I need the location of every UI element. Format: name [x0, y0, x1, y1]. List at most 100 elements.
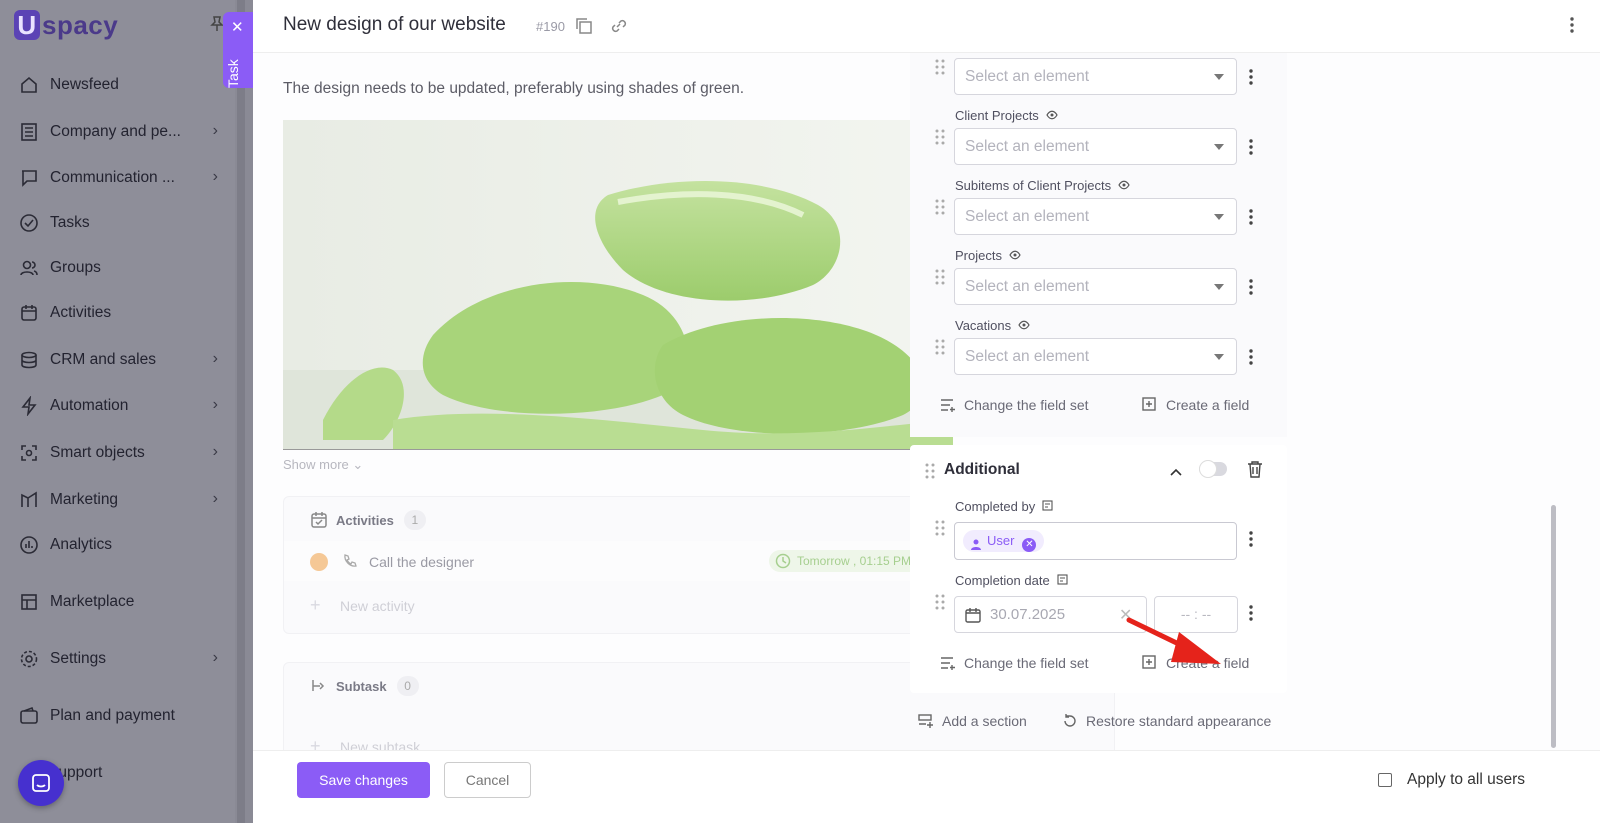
trash-icon[interactable] — [1247, 460, 1263, 483]
field-label-text: Completion date — [955, 573, 1050, 588]
field-label-text: Subitems of Client Projects — [955, 178, 1112, 193]
sidebar-item-smart-objects[interactable]: Smart objects › — [18, 438, 218, 468]
dropdown-arrow-icon — [1214, 214, 1224, 220]
drag-handle-icon[interactable] — [935, 129, 945, 150]
sidebar-item-tasks[interactable]: Tasks — [18, 208, 218, 238]
change-field-set-label: Change the field set — [964, 655, 1089, 671]
save-button[interactable]: Save changes — [297, 762, 430, 798]
eye-icon[interactable] — [1009, 248, 1021, 263]
eye-icon[interactable] — [1046, 108, 1058, 123]
select-projects[interactable]: Select an element — [954, 268, 1237, 305]
chevron-right-icon: › — [212, 490, 218, 507]
change-field-set-label: Change the field set — [964, 397, 1089, 413]
footer-bar: Save changes Cancel Apply to all users — [253, 750, 1600, 823]
task-tab[interactable]: ✕ Task — [223, 12, 253, 88]
drag-handle-icon[interactable] — [935, 199, 945, 220]
apply-all-label: Apply to all users — [1407, 771, 1526, 788]
cancel-button[interactable]: Cancel — [444, 762, 531, 798]
sidebar-item-label: Activities — [50, 304, 112, 321]
add-section-button[interactable]: Add a section — [918, 713, 1027, 729]
field-options-icon[interactable] — [1249, 139, 1253, 160]
section-visibility-toggle[interactable] — [1199, 460, 1227, 478]
show-more-link[interactable]: Show more ⌄ — [283, 457, 363, 473]
section-actions: Add a section Restore standard appearanc… — [910, 703, 1330, 733]
sidebar-item-automation[interactable]: Automation › — [18, 391, 218, 421]
select-placeholder: Select an element — [965, 138, 1090, 155]
create-field-button[interactable]: Create a field — [1142, 397, 1249, 413]
link-icon[interactable] — [609, 17, 627, 40]
sidebar-item-label: Marketing — [50, 491, 119, 508]
select-client-projects[interactable]: Select an element — [954, 128, 1237, 165]
drag-handle-icon[interactable] — [935, 339, 945, 360]
sidebar-item-marketplace[interactable]: Marketplace — [18, 587, 218, 617]
pin-icon[interactable] — [210, 16, 224, 35]
field-options-icon[interactable] — [1249, 349, 1253, 370]
tasks-icon — [18, 212, 40, 234]
sidebar-item-label: Company and pe... — [50, 123, 181, 140]
copy-icon[interactable] — [575, 17, 593, 40]
task-id: #190 — [536, 19, 565, 34]
eye-icon[interactable] — [1118, 178, 1130, 193]
sidebar-item-marketing[interactable]: Marketing › — [18, 485, 218, 515]
sidebar-item-groups[interactable]: Groups — [18, 253, 218, 283]
restore-appearance-button[interactable]: Restore standard appearance — [1062, 713, 1271, 729]
sidebar-item-communication[interactable]: Communication ... › — [18, 163, 218, 193]
field-label-completion-date: Completion date — [955, 573, 1068, 588]
drag-handle-icon[interactable] — [935, 269, 945, 290]
chevron-up-icon[interactable] — [1170, 463, 1182, 481]
select-placeholder: Select an element — [965, 278, 1090, 295]
eye-icon[interactable] — [1018, 318, 1030, 333]
sidebar-item-label: Communication ... — [50, 169, 175, 186]
select-field-1[interactable]: Select an element — [954, 58, 1237, 95]
field-options-icon[interactable] — [1249, 69, 1253, 90]
field-options-icon[interactable] — [1249, 605, 1253, 626]
sidebar-item-analytics[interactable]: Analytics — [18, 530, 218, 560]
close-icon[interactable]: ✕ — [231, 18, 244, 36]
activities-count: 1 — [403, 510, 426, 530]
sidebar-item-settings[interactable]: Settings › — [18, 644, 218, 674]
sidebar-item-newsfeed[interactable]: Newsfeed — [18, 70, 218, 100]
more-options-icon[interactable] — [1570, 16, 1574, 39]
select-subitems[interactable]: Select an element — [954, 198, 1237, 235]
drag-handle-icon[interactable] — [935, 59, 945, 80]
activities-header[interactable]: Activities 1 — [310, 510, 426, 530]
change-field-set-button[interactable]: Change the field set — [940, 397, 1089, 413]
sidebar-item-activities[interactable]: Activities — [18, 298, 218, 328]
user-chip[interactable]: User ✕ — [963, 530, 1045, 552]
marketplace-icon — [18, 591, 40, 613]
logo[interactable]: Uspacy — [14, 10, 118, 41]
change-field-set-button[interactable]: Change the field set — [940, 655, 1089, 671]
calendar-icon — [965, 607, 981, 627]
chat-support-button[interactable] — [18, 760, 64, 806]
field-options-icon[interactable] — [1249, 279, 1253, 300]
sidebar-item-company[interactable]: Company and pe... › — [18, 117, 218, 147]
task-description: The design needs to be updated, preferab… — [283, 80, 745, 97]
checkbox[interactable] — [1378, 773, 1392, 787]
drag-handle-icon[interactable] — [935, 520, 945, 541]
apply-all-users-checkbox[interactable]: Apply to all users — [1378, 771, 1525, 789]
task-image[interactable] — [283, 120, 953, 450]
panel-scrollbar[interactable] — [1551, 505, 1556, 748]
add-section-icon — [918, 714, 933, 728]
select-vacations[interactable]: Select an element — [954, 338, 1237, 375]
remove-chip-icon[interactable]: ✕ — [1022, 538, 1037, 552]
drag-handle-icon[interactable] — [935, 594, 945, 615]
field-label-completed-by: Completed by — [955, 499, 1053, 514]
sidebar-item-plan[interactable]: Plan and payment — [18, 701, 218, 731]
subtask-header[interactable]: Subtask 0 — [310, 676, 419, 696]
drag-handle-icon[interactable] — [925, 463, 935, 484]
field-options-icon[interactable] — [1249, 531, 1253, 552]
activity-name[interactable]: Call the designer — [369, 554, 474, 570]
sidebar-item-label: Plan and payment — [50, 707, 175, 724]
plus-icon: + — [310, 595, 321, 615]
communication-icon — [18, 167, 40, 189]
lightning-icon — [18, 395, 40, 417]
sidebar-item-crm[interactable]: CRM and sales › — [18, 345, 218, 375]
field-options-icon[interactable] — [1249, 209, 1253, 230]
sidebar-scrollbar[interactable] — [237, 0, 245, 823]
create-field-icon — [1142, 397, 1156, 411]
new-activity-input[interactable]: + New activity — [310, 595, 415, 616]
completion-date-field[interactable]: 30.07.2025 ✕ — [954, 596, 1147, 633]
sidebar-item-support[interactable]: Support — [48, 758, 248, 788]
completed-by-field[interactable]: User ✕ — [954, 522, 1237, 560]
